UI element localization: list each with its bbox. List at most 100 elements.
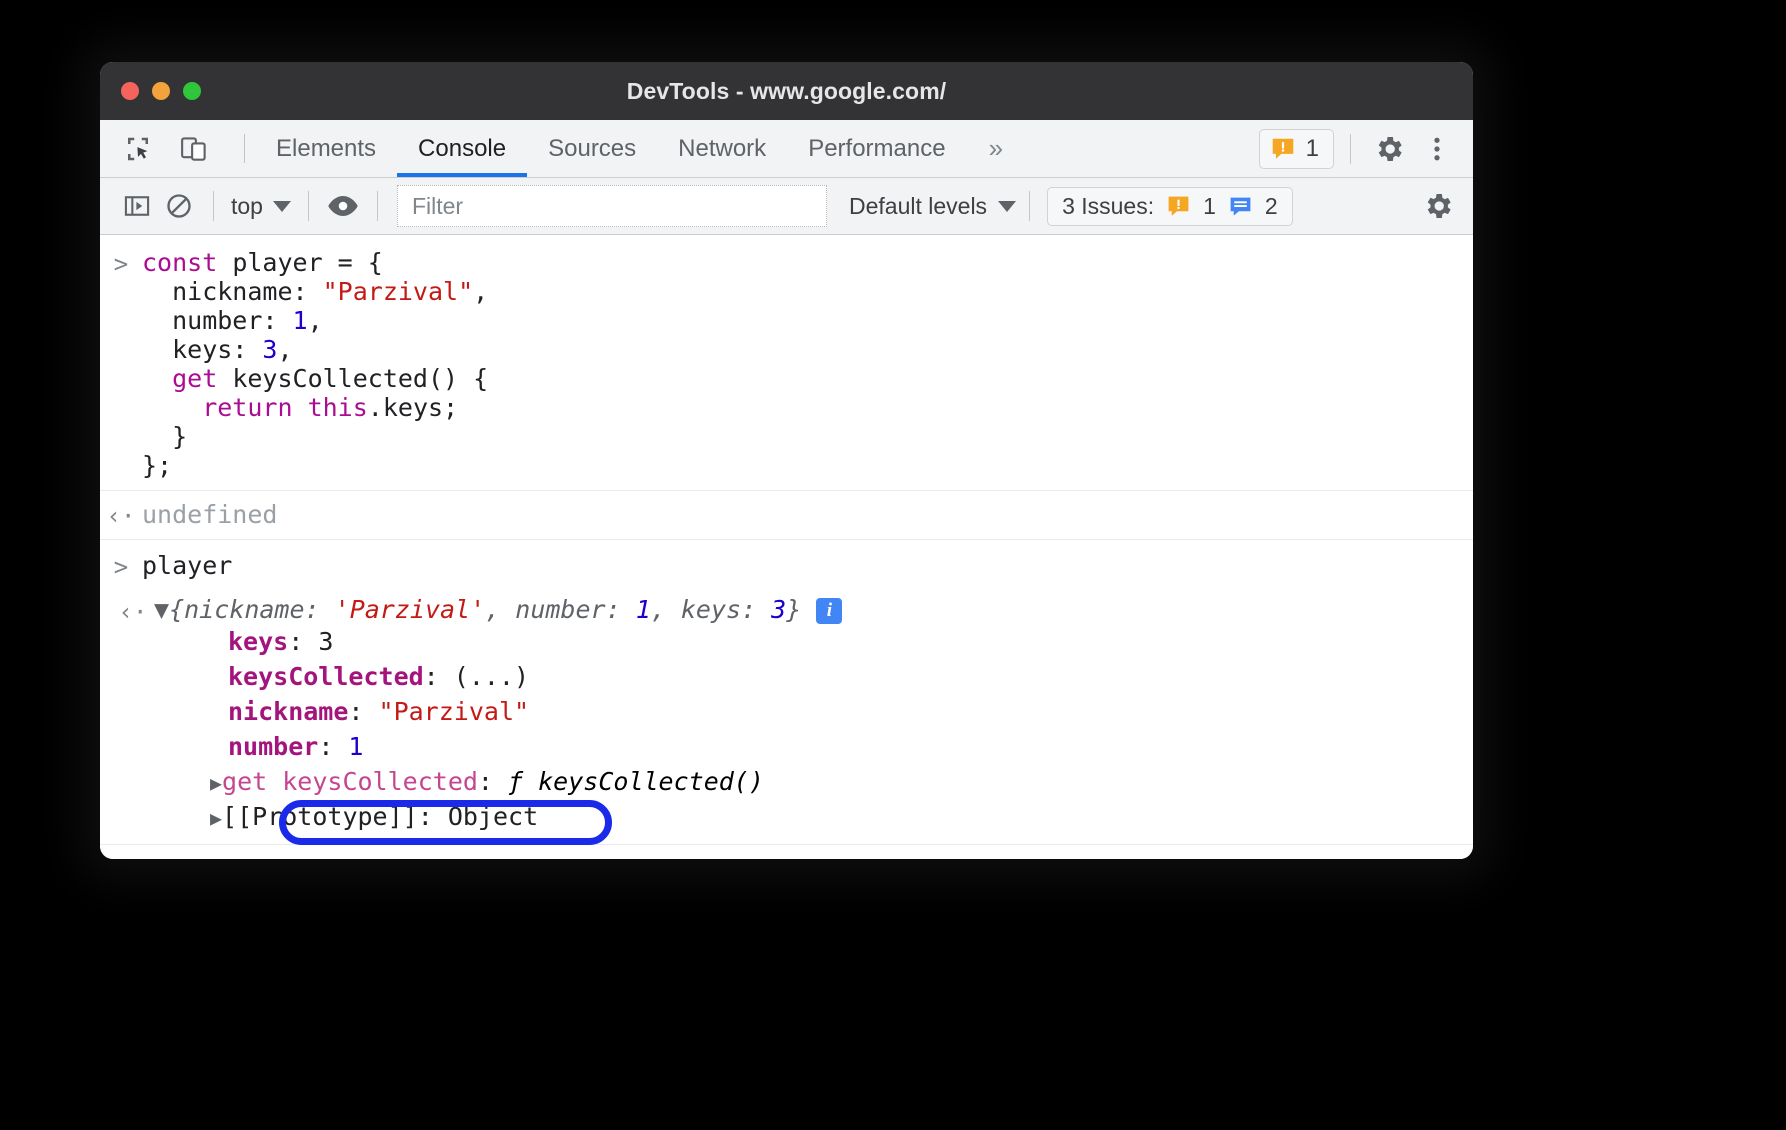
execution-context-selector[interactable]: top (227, 193, 295, 220)
code-line: keys: 3, (142, 335, 488, 364)
console-result-entry: ‹· undefined (100, 490, 1473, 539)
console-output-area[interactable]: > const player = { nickname: "Parzival",… (100, 235, 1473, 859)
console-input-code: player (142, 550, 232, 580)
console-input-entry[interactable]: > player (100, 539, 1473, 589)
result-arrow-icon: ‹· (107, 502, 136, 530)
minimize-window-button[interactable] (152, 82, 170, 100)
console-result-value: undefined (142, 499, 277, 529)
devtools-tabbar: Elements Console Sources Network Perform… (100, 120, 1473, 178)
clear-console-icon[interactable] (158, 185, 200, 227)
tab-performance[interactable]: Performance (787, 120, 966, 177)
inspect-element-icon[interactable] (118, 129, 158, 169)
tabbar-right-divider (1350, 134, 1351, 164)
object-tree: ▼{nickname: 'Parzival', number: 1, keys:… (154, 595, 842, 834)
preview-segment: 3 (771, 595, 786, 624)
log-levels-selector[interactable]: Default levels (849, 193, 1016, 220)
filter-input[interactable]: Filter (397, 185, 827, 227)
input-arrow-icon: > (114, 553, 128, 581)
more-tabs-icon[interactable]: » (967, 120, 1021, 177)
preview-segment: nickname: (184, 595, 335, 624)
code-line: get keysCollected() { (142, 364, 488, 393)
filter-placeholder: Filter (412, 193, 463, 220)
info-badge-icon[interactable]: i (816, 598, 842, 624)
close-window-button[interactable] (121, 82, 139, 100)
maximize-window-button[interactable] (183, 82, 201, 100)
console-prompt-row[interactable]: > (100, 844, 1473, 859)
property-value[interactable]: ƒ keysCollected() (508, 767, 764, 796)
property-value[interactable]: Object (448, 802, 538, 831)
property-name: get keysCollected (222, 767, 478, 796)
property-name: [[Prototype]] (222, 802, 418, 831)
issues-warning-count: 1 (1203, 193, 1216, 220)
prompt-gutter: > (100, 550, 142, 581)
property-value[interactable]: (...) (454, 662, 529, 691)
console-toolbar-divider-1 (213, 191, 214, 221)
object-preview-parts: nickname: 'Parzival', number: 1, keys: 3 (184, 595, 786, 624)
preview-segment: number: (515, 595, 635, 624)
issues-badge[interactable]: 3 Issues: 1 2 (1047, 187, 1293, 226)
input-arrow-icon: > (114, 250, 128, 278)
chevron-down-icon (273, 201, 291, 212)
issues-info-count: 2 (1265, 193, 1278, 220)
object-property-row[interactable]: keys: 3 (154, 624, 842, 659)
warning-icon (1166, 194, 1191, 219)
prompt-gutter: > (100, 247, 142, 278)
preview-segment: , (485, 595, 515, 624)
property-value[interactable]: 1 (348, 732, 363, 761)
object-property-row[interactable]: keysCollected: (...) (154, 659, 842, 694)
execution-context-label: top (231, 193, 263, 220)
console-toolbar-divider-3 (377, 191, 378, 221)
tab-console[interactable]: Console (397, 120, 527, 177)
gear-icon[interactable] (1367, 127, 1411, 171)
property-separator: : (418, 802, 448, 831)
tab-network[interactable]: Network (657, 120, 787, 177)
gear-icon[interactable] (1417, 185, 1459, 227)
console-input-entry[interactable]: > const player = { nickname: "Parzival",… (100, 235, 1473, 490)
property-name: keys (228, 627, 288, 656)
chevron-down-icon (998, 201, 1016, 212)
console-toolbar-right (1417, 185, 1473, 227)
property-separator: : (424, 662, 454, 691)
property-value[interactable]: "Parzival" (379, 697, 530, 726)
code-line: return this.keys; (142, 393, 488, 422)
object-property-row[interactable]: number: 1 (154, 729, 842, 764)
window-title: DevTools - www.google.com/ (100, 78, 1473, 105)
console-toolbar-divider-2 (308, 191, 309, 221)
preview-segment: keys: (681, 595, 771, 624)
object-property-row[interactable]: ▶[[Prototype]]: Object (154, 799, 842, 834)
code-line: } (142, 422, 488, 451)
console-object-result[interactable]: ‹· ▼{nickname: 'Parzival', number: 1, ke… (100, 589, 1473, 834)
code-line: number: 1, (142, 306, 488, 335)
console-input-code: const player = { nickname: "Parzival", n… (142, 247, 488, 480)
info-message-icon (1228, 194, 1253, 219)
window-titlebar: DevTools - www.google.com/ (100, 62, 1473, 120)
kebab-menu-icon[interactable] (1415, 127, 1459, 171)
tabbar-right-area: 1 (1259, 120, 1473, 177)
code-line: }; (142, 451, 488, 480)
object-brace-open: { (169, 595, 184, 624)
warning-count-badge[interactable]: 1 (1259, 129, 1334, 169)
property-separator: : (348, 697, 378, 726)
object-property-list: keys: 3keysCollected: (...)nickname: "Pa… (154, 624, 842, 834)
screenshot-root: DevTools - www.google.com/ (0, 0, 1786, 1130)
expand-triangle-icon[interactable]: ▼ (154, 595, 169, 624)
tab-sources[interactable]: Sources (527, 120, 657, 177)
device-toolbar-icon[interactable] (174, 129, 214, 169)
property-separator: : (318, 732, 348, 761)
log-levels-label: Default levels (849, 193, 987, 220)
object-property-row[interactable]: ▶get keysCollected: ƒ keysCollected() (154, 764, 842, 799)
devtools-window: DevTools - www.google.com/ (100, 62, 1473, 859)
expand-triangle-icon[interactable]: ▶ (210, 806, 222, 830)
live-expression-icon[interactable] (322, 185, 364, 227)
property-value[interactable]: 3 (318, 627, 333, 656)
preview-segment: 1 (636, 595, 651, 624)
property-name: keysCollected (228, 662, 424, 691)
console-toolbar: top Filter Default levels 3 Issues: (100, 178, 1473, 235)
object-brace-close: } (786, 595, 801, 624)
expand-triangle-icon[interactable]: ▶ (210, 771, 222, 795)
console-sidebar-icon[interactable] (116, 185, 158, 227)
object-preview-line[interactable]: ▼{nickname: 'Parzival', number: 1, keys:… (154, 595, 842, 624)
tab-elements[interactable]: Elements (255, 120, 397, 177)
object-property-row[interactable]: nickname: "Parzival" (154, 694, 842, 729)
console-toolbar-divider-4 (1029, 191, 1030, 221)
